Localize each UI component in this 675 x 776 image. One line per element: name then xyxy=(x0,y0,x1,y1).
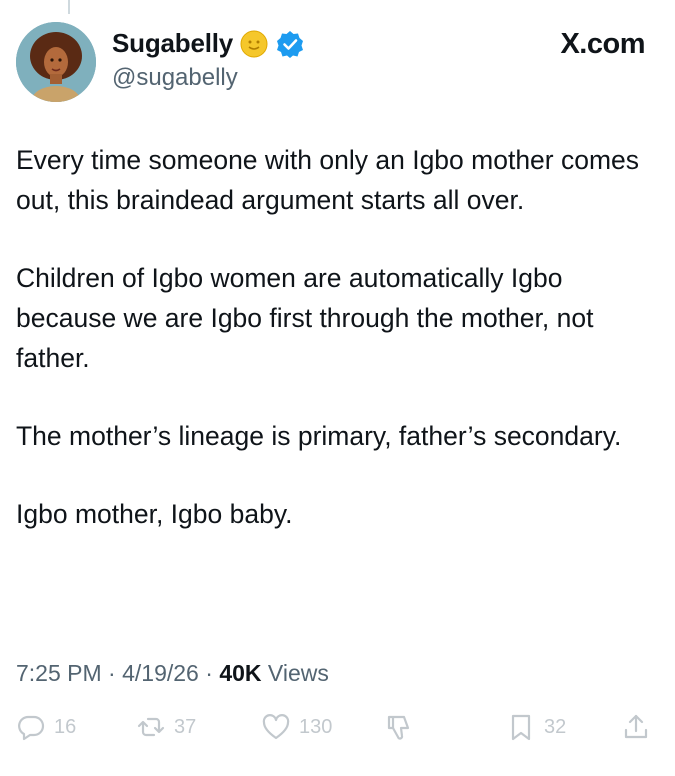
share-button[interactable] xyxy=(621,712,651,742)
avatar[interactable] xyxy=(16,22,96,102)
tweet-date[interactable]: 4/19/26 xyxy=(122,660,199,686)
tweet-paragraph: The mother’s lineage is primary, father’… xyxy=(16,421,622,451)
reply-button[interactable]: 16 xyxy=(16,712,76,742)
verified-badge-icon xyxy=(275,29,305,59)
meta-separator: · xyxy=(101,660,123,686)
avatar-illustration xyxy=(16,22,96,102)
reply-count: 16 xyxy=(54,715,77,738)
tweet-paragraph: Children of Igbo women are automatically… xyxy=(16,263,594,373)
author-handle[interactable]: @sugabelly xyxy=(112,64,238,92)
tweet-meta: 7:25 PM · 4/19/26 · 40K Views xyxy=(16,660,329,687)
reply-icon xyxy=(18,715,45,741)
sun-emoji-icon xyxy=(239,29,269,59)
like-button[interactable]: 130 xyxy=(261,712,332,742)
meta-separator: · xyxy=(198,660,220,686)
thumbs-down-icon xyxy=(387,715,410,740)
views-count: 40K xyxy=(219,660,262,686)
bookmark-icon xyxy=(511,714,531,741)
tweet-paragraph: Every time someone with only an Igbo mot… xyxy=(16,145,640,215)
dislike-button[interactable] xyxy=(384,712,414,742)
action-bar: 16 37 130 32 xyxy=(16,712,661,752)
heart-icon xyxy=(262,714,290,740)
brand-watermark: X.com xyxy=(560,28,645,60)
thread-connector-line xyxy=(68,0,70,14)
bookmark-count: 32 xyxy=(544,715,567,738)
tweet-time[interactable]: 7:25 PM xyxy=(16,660,102,686)
views-label: Views xyxy=(261,660,329,686)
repost-icon xyxy=(137,717,165,737)
like-count: 130 xyxy=(299,715,333,738)
author-display-name[interactable]: Sugabelly xyxy=(112,28,233,59)
tweet-paragraph: Igbo mother, Igbo baby. xyxy=(16,499,293,529)
bookmark-button[interactable]: 32 xyxy=(506,712,566,742)
tweet-text: Every time someone with only an Igbo mot… xyxy=(16,140,646,572)
repost-button[interactable]: 37 xyxy=(136,712,196,742)
share-icon xyxy=(624,714,648,739)
repost-count: 37 xyxy=(174,715,197,738)
author-name-row: Sugabelly xyxy=(112,28,305,59)
